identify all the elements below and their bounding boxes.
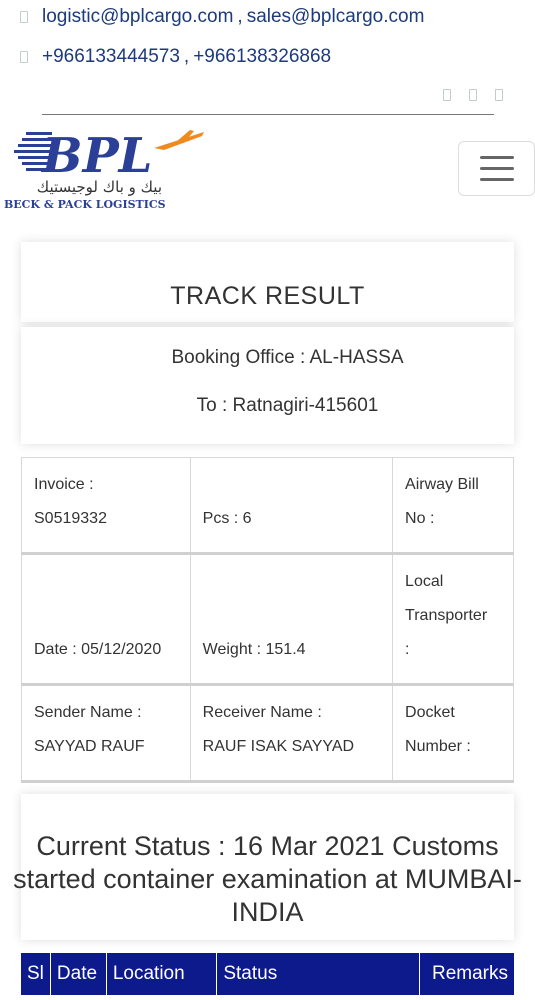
docket-label: Docket [405,704,455,721]
phone-separator: , [183,46,190,67]
tracking-history-table: Sl Date Location Status Remarks [21,953,514,995]
transporter-label: Transporter [405,607,488,624]
airway-bill-cell: Airway Bill No : [392,457,514,554]
email-contact-row: logistic@bplcargo.com , sales@bplcargo.c… [20,6,424,28]
local-label: Local [405,573,444,590]
table-row: Invoice : S0519332 Pcs : 6 Airway Bill N… [21,457,514,554]
receiver-cell: Receiver Name : RAUF ISAK SAYYAD [189,684,394,782]
booking-card: Booking Office : AL-HASSA To : Ratnagiri… [21,327,514,444]
date-cell: Date : 05/12/2020 [21,553,191,685]
table-row: Sender Name : SAYYAD RAUF Receiver Name … [21,684,514,782]
destination: To : Ratnagiri-415601 [196,395,379,416]
header-divider [42,114,494,115]
logo-tagline: BECK & PACK LOGISTICS [4,198,166,211]
airway-bill-label: Airway Bill [405,476,479,493]
twitter-icon[interactable] [469,89,477,101]
phone-link-1[interactable]: +966133444573 [42,46,180,68]
current-status-text: Current Status : 16 Mar 2021 Customs sta… [13,831,522,927]
facebook-icon[interactable] [443,89,451,101]
linkedin-icon[interactable] [495,89,503,101]
column-header-status: Status [216,953,420,995]
table-header-row: Sl Date Location Status Remarks [21,953,514,995]
column-header-location: Location [106,953,218,995]
sender-value: SAYYAD RAUF [34,738,145,755]
sender-label: Sender Name : [34,704,142,721]
booking-office: Booking Office : AL-HASSA [171,347,404,368]
column-header-date: Date [50,953,107,995]
docket-number: Number : [405,738,471,755]
invoice-value: S0519332 [34,510,107,527]
page-title: TRACK RESULT [170,282,365,310]
shipment-details-table: Invoice : S0519332 Pcs : 6 Airway Bill N… [21,457,514,783]
airway-bill-number: No : [405,510,435,527]
receiver-value: RAUF ISAK SAYYAD [202,738,355,755]
transporter-value: : [405,641,410,658]
phone-contact-row: +966133444573 , +966138326868 [20,46,331,68]
table-row: Date : 05/12/2020 Weight : 151.4 Local T… [21,553,514,685]
invoice-cell: Invoice : S0519332 [21,457,191,554]
pcs-value: Pcs : 6 [202,510,252,527]
current-status-card: Current Status : 16 Mar 2021 Customs sta… [13,794,522,940]
envelope-icon [20,11,28,23]
column-header-remarks: Remarks [419,953,514,995]
docket-cell: Docket Number : [392,684,514,782]
logo-arabic: بيك و باك لوجيستيك [37,178,162,196]
pcs-cell: Pcs : 6 [189,457,394,554]
local-transporter-cell: Local Transporter : [392,553,514,685]
social-links [443,89,503,101]
email-link-sales[interactable]: sales@bplcargo.com [247,6,425,28]
hamburger-icon-line [479,156,514,159]
hamburger-icon-line [479,167,514,170]
track-result-card: TRACK RESULT [21,242,514,322]
receiver-label: Receiver Name : [202,704,322,721]
date-value: Date : 05/12/2020 [34,641,162,658]
phone-link-2[interactable]: +966138326868 [193,46,331,68]
sender-cell: Sender Name : SAYYAD RAUF [21,684,191,782]
weight-cell: Weight : 151.4 [189,553,394,685]
column-header-sl: Sl [21,953,51,995]
weight-value: Weight : 151.4 [202,641,306,658]
menu-toggle-button[interactable] [458,141,535,196]
logo-text: BPL [40,128,152,184]
phone-icon [20,51,28,63]
email-link-logistic[interactable]: logistic@bplcargo.com [42,6,233,28]
hamburger-icon-line [479,178,514,181]
email-separator: , [237,6,243,27]
invoice-label: Invoice : [34,476,94,493]
company-logo[interactable]: BPL بيك و باك لوجيستيك BECK & PACK LOGIS… [4,126,214,216]
